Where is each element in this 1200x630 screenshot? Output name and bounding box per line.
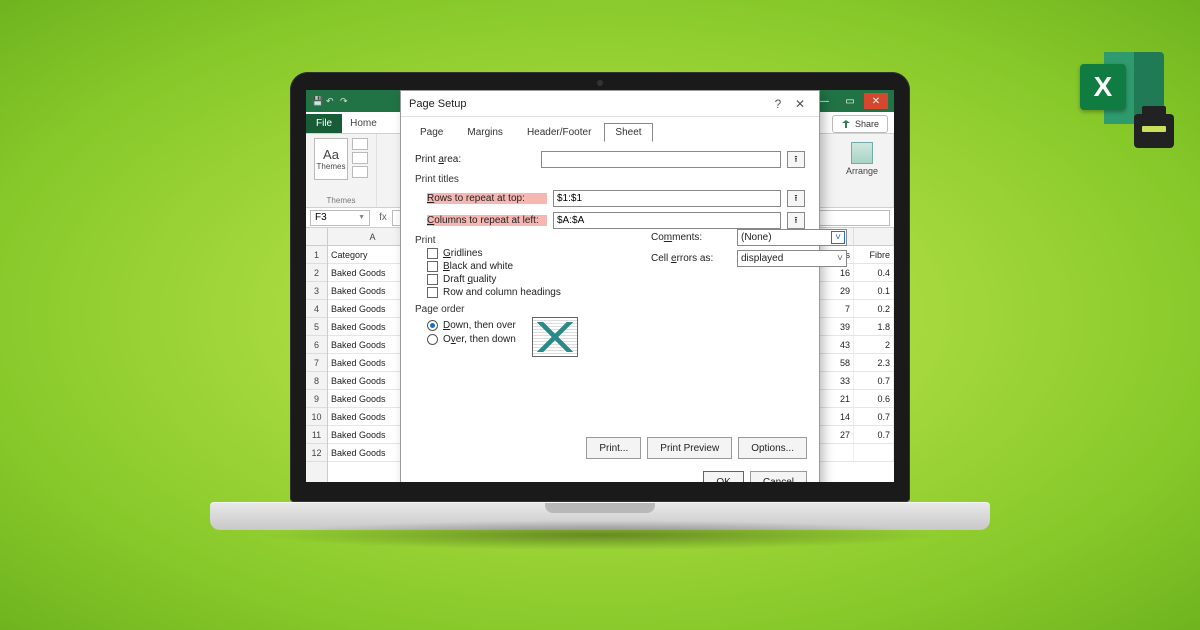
cancel-button[interactable]: Cancel xyxy=(750,471,807,482)
print-preview-button[interactable]: Print Preview xyxy=(647,437,732,459)
laptop-camera xyxy=(597,80,603,86)
quick-access-toolbar[interactable]: 💾 ↶ ↷ xyxy=(312,96,350,106)
row-col-headings-checkbox[interactable]: Row and column headings xyxy=(427,287,805,298)
ribbon-group-label: Themes xyxy=(327,196,356,205)
ok-button[interactable]: OK xyxy=(703,471,743,482)
comments-label: Comments: xyxy=(651,232,731,243)
collapse-dialog-icon[interactable]: ⭱ xyxy=(787,151,805,168)
dialog-tabs: Page Margins Header/Footer Sheet xyxy=(401,117,819,142)
page-setup-dialog: Page Setup ? ✕ Page Margins Header/Foote… xyxy=(400,90,820,482)
ribbon-group-label-arrange xyxy=(861,196,863,205)
themes-button[interactable]: Aa Themes xyxy=(314,138,348,180)
themes-button-label: Themes xyxy=(317,162,346,171)
rows-repeat-input[interactable] xyxy=(553,190,781,207)
fx-icon[interactable]: fx xyxy=(374,212,392,223)
over-then-down-radio[interactable]: Over, then down xyxy=(427,334,516,345)
rows-repeat-label: Rows to repeat at top: xyxy=(427,193,547,204)
chevron-down-icon[interactable]: ▼ xyxy=(358,214,365,221)
arrange-label: Arrange xyxy=(846,166,878,176)
tab-file[interactable]: File xyxy=(306,114,342,133)
share-button[interactable]: Share xyxy=(832,115,888,133)
share-icon xyxy=(841,119,851,129)
options-button[interactable]: Options... xyxy=(738,437,807,459)
tab-margins[interactable]: Margins xyxy=(456,123,514,142)
save-icon[interactable]: 💾 xyxy=(312,96,322,106)
cell-errors-combo[interactable]: displayed˅ xyxy=(737,250,847,267)
effects-button[interactable] xyxy=(352,166,368,178)
tab-home[interactable]: Home xyxy=(342,114,385,133)
chevron-down-icon[interactable]: ˅ xyxy=(831,231,845,244)
print-button[interactable]: Print... xyxy=(586,437,641,459)
maximize-button[interactable]: ▭ xyxy=(838,93,862,109)
tab-sheet[interactable]: Sheet xyxy=(604,123,652,142)
collapse-dialog-icon[interactable]: ⭱ xyxy=(787,190,805,207)
ribbon-group-arrange: Arrange xyxy=(831,134,894,207)
share-label: Share xyxy=(855,119,879,129)
close-button[interactable]: ✕ xyxy=(864,93,888,109)
fonts-button[interactable] xyxy=(352,152,368,164)
row-headers[interactable]: 123456789101112 xyxy=(306,228,328,482)
cell-errors-label: Cell errors as: xyxy=(651,253,731,264)
ribbon-group-themes: Aa Themes Themes xyxy=(306,134,377,207)
help-button[interactable]: ? xyxy=(767,97,789,111)
cols-repeat-label: Columns to repeat at left: xyxy=(427,215,547,226)
tab-headerfooter[interactable]: Header/Footer xyxy=(516,123,602,142)
dialog-titlebar: Page Setup ? ✕ xyxy=(401,91,819,117)
redo-icon[interactable]: ↷ xyxy=(340,96,350,106)
chevron-down-icon[interactable]: ˅ xyxy=(837,253,843,264)
dialog-close-button[interactable]: ✕ xyxy=(789,97,811,111)
excel-x-icon: X xyxy=(1080,64,1126,110)
down-then-over-radio[interactable]: Down, then over xyxy=(427,320,516,331)
draft-quality-checkbox[interactable]: Draft quality xyxy=(427,274,805,285)
undo-icon[interactable]: ↶ xyxy=(326,96,336,106)
comments-combo[interactable]: (None)˅ xyxy=(737,229,847,246)
excel-window: 💾 ↶ ↷ — ▭ ✕ File Home Share xyxy=(306,90,894,482)
print-area-input[interactable] xyxy=(541,151,781,168)
print-area-label: Print area: xyxy=(415,154,535,165)
arrange-icon[interactable] xyxy=(851,142,873,164)
page-order-thumbnail xyxy=(532,317,578,357)
screen-bezel: 💾 ↶ ↷ — ▭ ✕ File Home Share xyxy=(290,72,910,502)
print-titles-label: Print titles xyxy=(415,174,805,185)
laptop-frame: 💾 ↶ ↷ — ▭ ✕ File Home Share xyxy=(290,72,910,530)
excel-app-icon: X xyxy=(1080,46,1164,130)
colors-button[interactable] xyxy=(352,138,368,150)
dialog-title: Page Setup xyxy=(409,98,467,110)
name-box[interactable]: F3▼ xyxy=(310,210,370,226)
print-right-column: Comments: (None)˅ Cell errors as: displa… xyxy=(651,225,847,271)
printer-icon xyxy=(1134,114,1174,148)
page-order-label: Page order xyxy=(415,304,805,315)
tab-page[interactable]: Page xyxy=(409,123,454,142)
window-controls: — ▭ ✕ xyxy=(812,93,888,109)
